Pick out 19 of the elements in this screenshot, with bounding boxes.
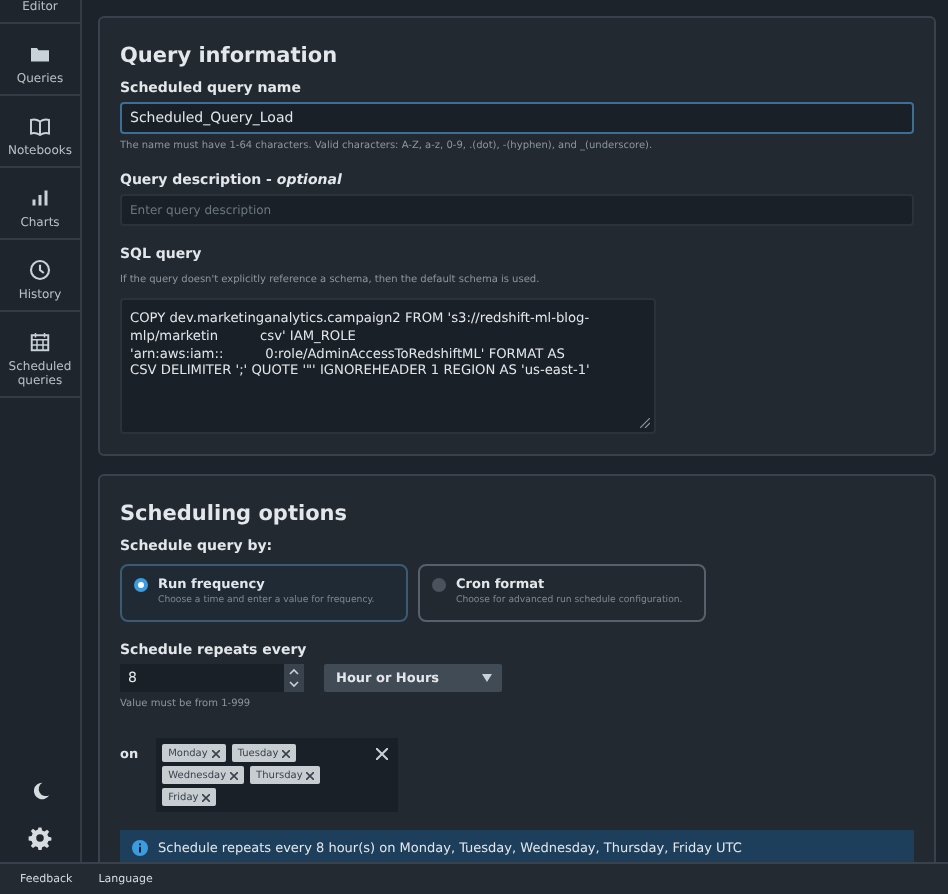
bar-chart-icon	[28, 186, 52, 210]
remove-icon[interactable]	[202, 793, 211, 801]
moon-icon[interactable]	[29, 780, 51, 802]
remove-icon[interactable]	[306, 771, 315, 779]
folder-icon	[28, 42, 52, 66]
settings-icon[interactable]	[28, 826, 52, 850]
remove-icon[interactable]	[282, 749, 291, 757]
book-icon	[28, 114, 52, 138]
caret-icon	[482, 674, 492, 682]
section-title: Scheduling options	[120, 502, 350, 526]
spinner-icon[interactable]	[284, 664, 304, 692]
resize-grip-icon[interactable]	[640, 418, 650, 428]
calendar-icon	[28, 330, 52, 354]
remove-icon[interactable]	[230, 771, 239, 779]
remove-icon[interactable]	[211, 749, 220, 757]
close-icon[interactable]	[376, 748, 389, 760]
info-icon	[132, 839, 148, 855]
clock-icon	[28, 258, 52, 282]
section-title: Query information	[120, 44, 340, 68]
